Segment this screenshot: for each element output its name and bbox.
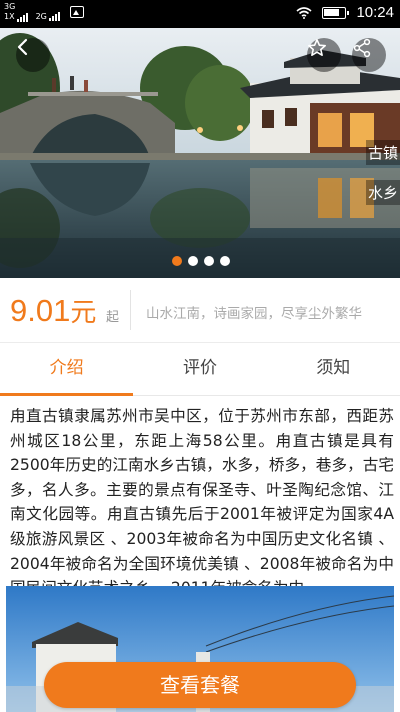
water-town-photo bbox=[0, 28, 400, 278]
tab-bar: 介绍 评价 须知 bbox=[0, 343, 400, 396]
battery-icon bbox=[322, 6, 350, 19]
sim1-label: 1X bbox=[4, 12, 15, 21]
description-text: 甪直古镇隶属苏州市吴中区，位于苏州市东部，西距苏州城区18公里，东距上海58公里… bbox=[10, 407, 394, 597]
price-unit: 元 bbox=[70, 298, 97, 328]
carousel-dot[interactable] bbox=[220, 256, 230, 266]
side-label-2: 水乡 bbox=[366, 180, 400, 205]
wifi-icon bbox=[296, 6, 312, 19]
status-bar: 3G 1X 2G 10:24 bbox=[0, 0, 400, 28]
side-label-1: 古镇 bbox=[366, 140, 400, 165]
sim2-indicator: 2G bbox=[36, 11, 60, 21]
tab-reviews[interactable]: 评价 bbox=[133, 343, 266, 395]
back-button[interactable] bbox=[16, 38, 50, 72]
share-button[interactable] bbox=[352, 38, 386, 72]
carousel-indicator bbox=[172, 256, 230, 266]
sim2-network: 2G bbox=[35, 12, 47, 21]
signal-bars-icon bbox=[48, 11, 60, 21]
carousel-dot[interactable] bbox=[204, 256, 214, 266]
share-icon bbox=[353, 38, 371, 58]
price-section: 9.01元 起 山水江南，诗画家园，尽享尘外繁华 bbox=[0, 278, 400, 343]
image-notification-icon bbox=[69, 6, 84, 18]
price-amount: 9.01 bbox=[10, 293, 71, 328]
divider bbox=[130, 290, 131, 330]
status-time: 10:24 bbox=[356, 4, 394, 21]
carousel-dot[interactable] bbox=[188, 256, 198, 266]
carousel-dot[interactable] bbox=[172, 256, 182, 266]
price-suffix: 起 bbox=[106, 310, 120, 325]
price: 9.01元 bbox=[10, 292, 96, 329]
sim1-network: 3G bbox=[4, 2, 16, 11]
sim1-indicator: 3G 1X bbox=[4, 2, 28, 22]
hero-image-carousel[interactable]: 古镇 水乡 bbox=[0, 28, 400, 278]
signal-bars-icon bbox=[16, 12, 28, 22]
view-packages-button[interactable]: 查看套餐 bbox=[44, 662, 356, 708]
tab-intro[interactable]: 介绍 bbox=[0, 343, 134, 396]
tab-notice[interactable]: 须知 bbox=[267, 343, 400, 395]
star-icon bbox=[308, 39, 326, 56]
favorite-button[interactable] bbox=[307, 38, 341, 72]
slogan: 山水江南，诗画家园，尽享尘外繁华 bbox=[146, 306, 362, 322]
back-arrow-icon bbox=[17, 38, 28, 56]
